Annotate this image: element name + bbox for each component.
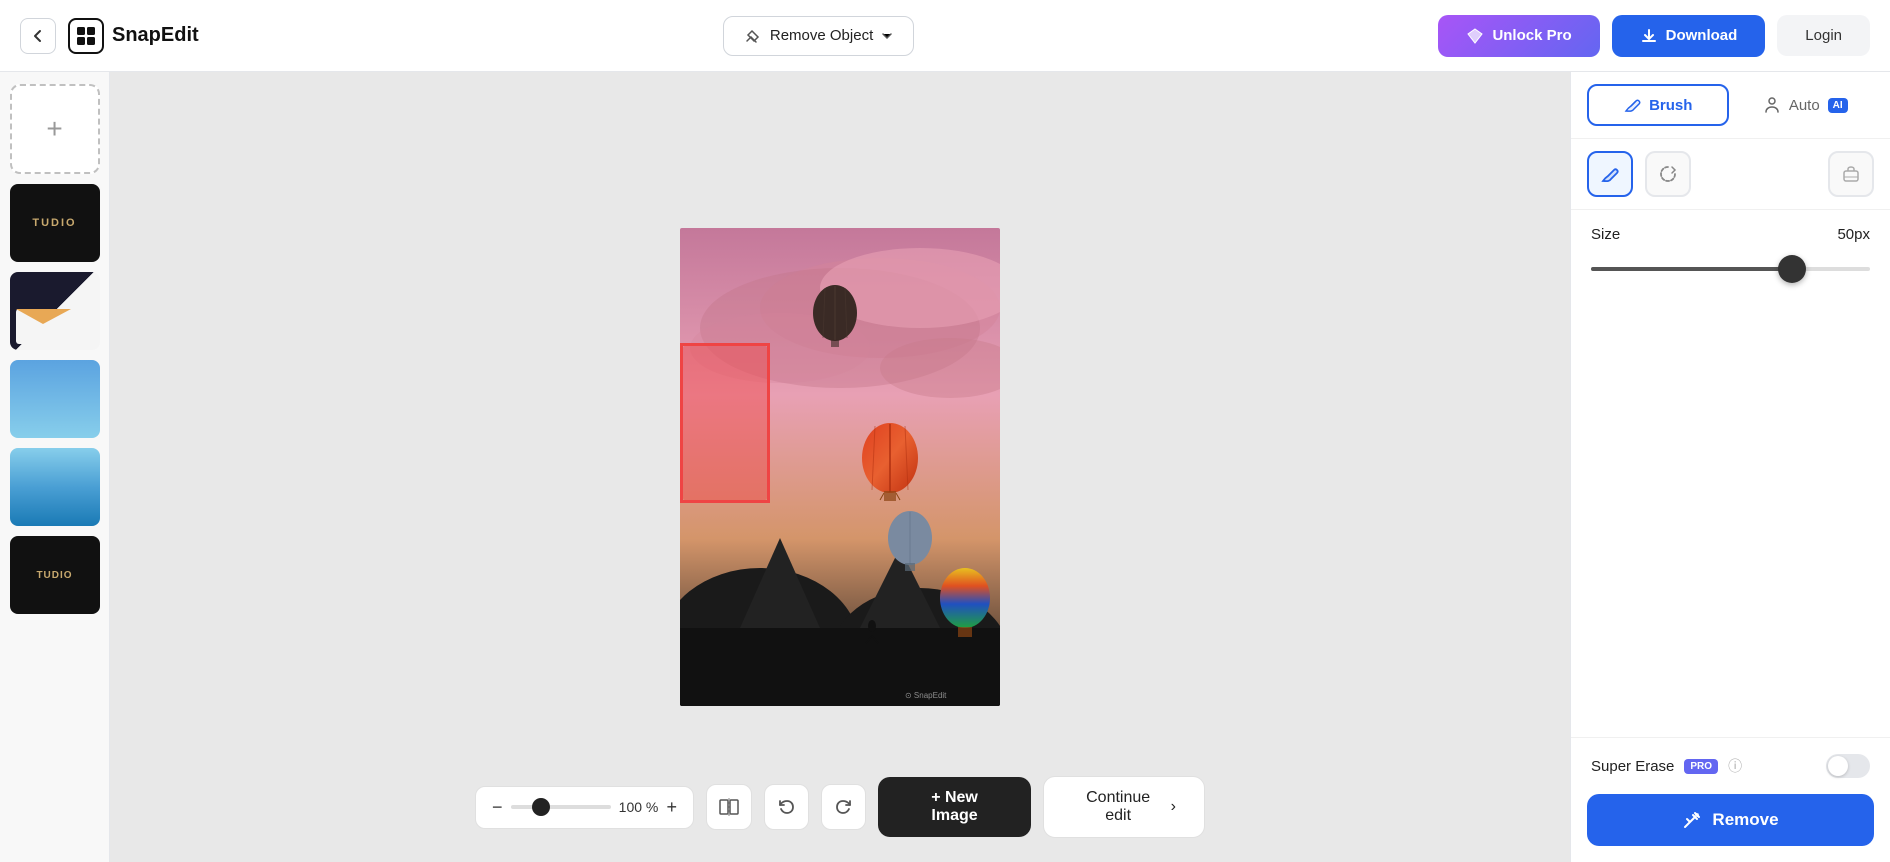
download-button[interactable]: Download xyxy=(1612,15,1766,57)
continue-edit-label: Continue edit xyxy=(1072,789,1165,825)
super-erase-section: Super Erase PRO ⓘ xyxy=(1571,737,1890,794)
ai-badge: AI xyxy=(1828,98,1848,113)
undo-icon xyxy=(776,797,796,817)
remove-button[interactable]: Remove xyxy=(1587,794,1874,846)
toggle-thumb xyxy=(1828,756,1848,776)
download-label: Download xyxy=(1666,27,1738,44)
login-button[interactable]: Login xyxy=(1777,15,1870,56)
wand-icon xyxy=(1682,810,1702,830)
add-image-button[interactable]: + xyxy=(10,84,100,174)
person-icon xyxy=(1763,96,1781,114)
brush-tool-button[interactable] xyxy=(1587,151,1633,197)
zoom-slider[interactable] xyxy=(511,805,611,809)
pro-badge: PRO xyxy=(1684,759,1718,774)
logo: SnapEdit xyxy=(68,18,199,54)
brush-tab[interactable]: Brush xyxy=(1587,84,1729,126)
compare-icon xyxy=(718,796,740,818)
zoom-out-button[interactable]: − xyxy=(492,797,503,818)
size-section: Size 50px xyxy=(1571,210,1890,297)
redo-button[interactable] xyxy=(821,784,866,830)
chevron-down-icon xyxy=(881,30,893,42)
remove-object-button[interactable]: Remove Object xyxy=(723,16,914,56)
lasso-icon xyxy=(1657,163,1679,185)
brush-tab-label: Brush xyxy=(1649,97,1692,114)
tool-icons-row xyxy=(1571,139,1890,210)
zoom-value: 100 % xyxy=(619,799,659,815)
size-label: Size xyxy=(1591,226,1620,243)
main-image: ⊙ SnapEdit xyxy=(680,228,1000,706)
logo-text: SnapEdit xyxy=(112,24,199,47)
size-track xyxy=(1591,267,1870,271)
login-label: Login xyxy=(1805,27,1842,44)
brush-tab-icon xyxy=(1623,96,1641,114)
size-fill xyxy=(1591,267,1792,271)
header: SnapEdit Remove Object Unlock Pro xyxy=(0,0,1890,72)
new-image-label: + New Image xyxy=(906,789,1002,825)
redo-icon xyxy=(834,797,854,817)
zoom-thumb[interactable] xyxy=(532,798,550,816)
header-right: Unlock Pro Download Login xyxy=(1438,15,1870,57)
continue-edit-button[interactable]: Continue edit › xyxy=(1043,776,1205,838)
back-button[interactable] xyxy=(20,18,56,54)
main: + TUDIO TUDIO xyxy=(0,72,1890,862)
thumbnail-tudio1[interactable]: TUDIO xyxy=(10,184,100,262)
right-panel: Brush Auto AI xyxy=(1570,72,1890,862)
diamond-icon xyxy=(1466,27,1484,45)
header-center: Remove Object xyxy=(215,16,1423,56)
logo-icon xyxy=(68,18,104,54)
auto-tab-label: Auto xyxy=(1789,97,1820,114)
new-image-button[interactable]: + New Image xyxy=(878,777,1030,837)
canvas-area[interactable]: ⊙ SnapEdit − 100 % + xyxy=(110,72,1570,862)
brush-tool-icon xyxy=(1599,163,1621,185)
zoom-in-button[interactable]: + xyxy=(667,797,678,818)
continue-edit-chevron: › xyxy=(1171,798,1176,816)
left-sidebar: + TUDIO TUDIO xyxy=(0,72,110,862)
info-icon[interactable]: ⓘ xyxy=(1728,756,1742,776)
download-icon xyxy=(1640,27,1658,45)
bottom-toolbar: − 100 % + xyxy=(475,776,1205,838)
size-header: Size 50px xyxy=(1591,226,1870,243)
auto-tab[interactable]: Auto AI xyxy=(1737,86,1875,124)
spacer xyxy=(1571,297,1890,737)
thumbnail-beach[interactable] xyxy=(10,448,100,526)
size-slider-container[interactable] xyxy=(1591,257,1870,281)
erase-tool-button[interactable] xyxy=(1828,151,1874,197)
remove-btn-label: Remove xyxy=(1712,810,1778,830)
size-slider-thumb[interactable] xyxy=(1778,255,1806,283)
super-erase-label: Super Erase xyxy=(1591,758,1674,775)
zoom-control: − 100 % + xyxy=(475,786,694,829)
compare-button[interactable] xyxy=(706,784,751,830)
add-icon: + xyxy=(46,113,62,145)
mode-tabs: Brush Auto AI xyxy=(1571,72,1890,139)
svg-text:⊙ SnapEdit: ⊙ SnapEdit xyxy=(905,691,947,700)
unlock-pro-label: Unlock Pro xyxy=(1492,27,1571,44)
image-container: ⊙ SnapEdit xyxy=(680,228,1000,706)
thumbnail-jump[interactable] xyxy=(10,360,100,438)
thumbnail-paper[interactable] xyxy=(10,272,100,350)
unlock-pro-button[interactable]: Unlock Pro xyxy=(1438,15,1599,57)
undo-button[interactable] xyxy=(764,784,809,830)
lasso-tool-button[interactable] xyxy=(1645,151,1691,197)
remove-object-label: Remove Object xyxy=(770,27,873,44)
header-left: SnapEdit xyxy=(20,18,199,54)
size-value: 50px xyxy=(1837,226,1870,243)
thumbnail-tudio2[interactable]: TUDIO xyxy=(10,536,100,614)
eraser-icon xyxy=(744,27,762,45)
super-erase-toggle[interactable] xyxy=(1826,754,1870,778)
eraser-tool-icon xyxy=(1840,163,1862,185)
